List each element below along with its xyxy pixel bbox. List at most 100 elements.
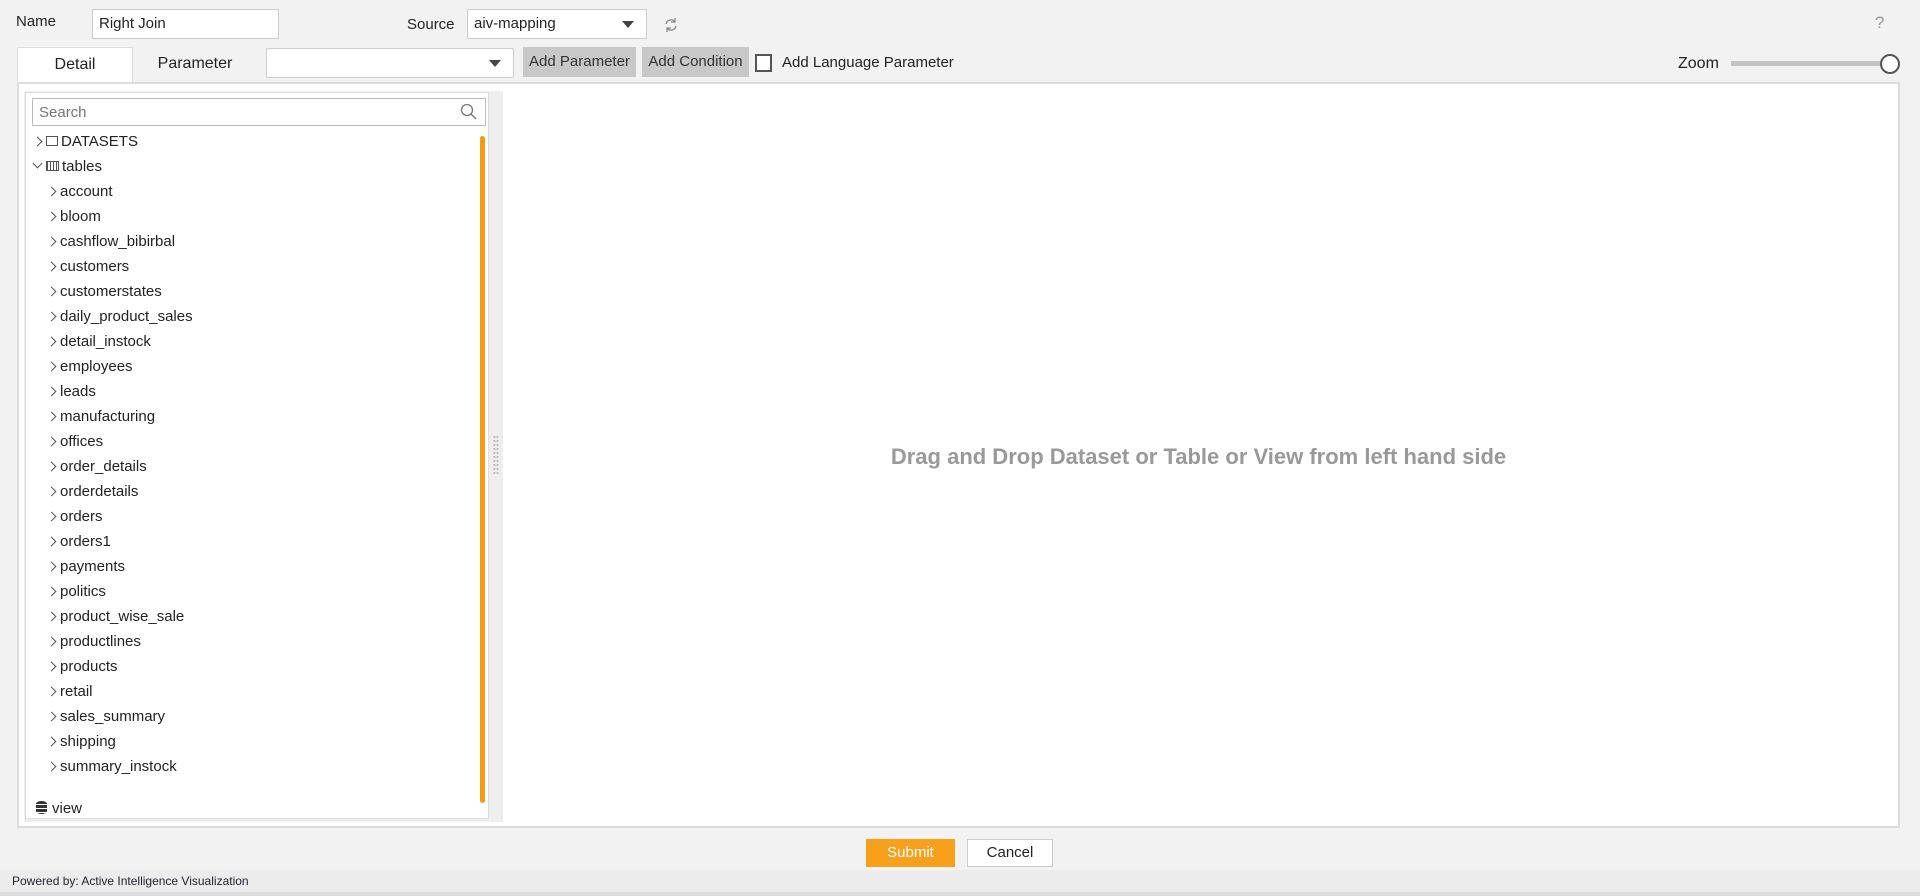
- tree-node-table[interactable]: retail: [46, 681, 93, 703]
- search-input[interactable]: [33, 99, 453, 125]
- chevron-right-icon: [46, 411, 57, 422]
- tree-label: productlines: [60, 633, 141, 650]
- chevron-right-icon: [46, 686, 57, 697]
- chevron-right-icon: [46, 611, 57, 622]
- tree-node-datasets[interactable]: DATASETS: [32, 131, 138, 153]
- chevron-right-icon: [46, 386, 57, 397]
- chevron-right-icon: [46, 536, 57, 547]
- chevron-right-icon: [46, 436, 57, 447]
- tree-label: orders1: [60, 533, 111, 550]
- add-condition-button[interactable]: Add Condition: [642, 47, 749, 77]
- tree-label: cashflow_bibirbal: [60, 233, 176, 250]
- refresh-icon[interactable]: [662, 16, 680, 34]
- chevron-right-icon: [46, 236, 57, 247]
- chevron-down-icon: [622, 21, 634, 28]
- tree-node-table[interactable]: orderdetails: [46, 481, 138, 503]
- tree-scrollbar[interactable]: [480, 136, 485, 803]
- folder-icon: [46, 136, 58, 146]
- tree-node-table[interactable]: offices: [46, 431, 104, 453]
- tree-node-table[interactable]: payments: [46, 556, 126, 578]
- chevron-right-icon: [46, 336, 57, 347]
- tree-label: shipping: [60, 733, 116, 750]
- tree-label: orders: [60, 508, 103, 525]
- tab-detail[interactable]: Detail: [17, 47, 133, 83]
- canvas-drop-area[interactable]: Drag and Drop Dataset or Table or View f…: [503, 92, 1894, 822]
- chevron-right-icon: [46, 286, 57, 297]
- resize-handle[interactable]: [493, 435, 499, 475]
- chevron-right-icon: [46, 561, 57, 572]
- search-icon[interactable]: [460, 103, 477, 120]
- name-input[interactable]: Right Join: [92, 9, 279, 39]
- tree-node-table[interactable]: customerstates: [46, 281, 162, 303]
- tree-node-table[interactable]: summary_instock: [46, 756, 177, 778]
- zoom-slider-handle[interactable]: [1880, 54, 1900, 74]
- database-icon: [36, 801, 47, 814]
- add-language-checkbox[interactable]: [755, 54, 772, 72]
- tree-node-table[interactable]: daily_product_sales: [46, 306, 193, 328]
- tree-label: daily_product_sales: [60, 308, 193, 325]
- tree-node-table[interactable]: employees: [46, 356, 133, 378]
- tree-node-tables[interactable]: tables: [32, 156, 102, 178]
- tree-node-table[interactable]: bloom: [46, 206, 101, 228]
- add-parameter-button[interactable]: Add Parameter: [523, 47, 636, 77]
- tree-label: order_details: [60, 458, 147, 475]
- chevron-down-icon: [489, 60, 501, 67]
- tree-label: sales_summary: [60, 708, 166, 725]
- tree: DATASETS tables account bloom cashflow_bib…: [32, 131, 474, 821]
- submit-button[interactable]: Submit: [866, 839, 955, 867]
- tree-label: politics: [60, 583, 106, 600]
- tree-node-table[interactable]: orders: [46, 506, 103, 528]
- tree-node-table[interactable]: customers: [46, 256, 130, 278]
- tree-node-table[interactable]: products: [46, 656, 118, 678]
- tree-node-table[interactable]: sales_summary: [46, 706, 166, 728]
- tree-label: detail_instock: [60, 333, 151, 350]
- tree-node-table[interactable]: manufacturing: [46, 406, 155, 428]
- chevron-right-icon: [46, 361, 57, 372]
- chevron-right-icon: [46, 511, 57, 522]
- tree-label: customerstates: [60, 283, 162, 300]
- tree-node-table[interactable]: shipping: [46, 731, 116, 753]
- tree-node-table[interactable]: orders1: [46, 531, 111, 553]
- tree-node-table[interactable]: cashflow_bibirbal: [46, 231, 176, 253]
- chevron-right-icon: [46, 636, 57, 647]
- chevron-right-icon: [46, 261, 57, 272]
- tree-node-table[interactable]: account: [46, 181, 113, 203]
- source-label: Source: [407, 16, 455, 33]
- tree-node-table[interactable]: product_wise_sale: [46, 606, 184, 628]
- cancel-button[interactable]: Cancel: [967, 839, 1053, 867]
- tree-label: employees: [60, 358, 133, 375]
- chevron-down-icon: [32, 158, 43, 169]
- tree-label: account: [60, 183, 113, 200]
- help-icon[interactable]: ?: [1875, 13, 1884, 33]
- search-box[interactable]: [32, 98, 486, 126]
- tree-node-table[interactable]: order_details: [46, 456, 147, 478]
- parameter-select[interactable]: [266, 48, 514, 78]
- tree-label: bloom: [60, 208, 101, 225]
- tree-label: payments: [60, 558, 126, 575]
- tree-label: view: [52, 800, 83, 817]
- source-select[interactable]: aiv-mapping: [467, 9, 647, 39]
- tree-label: offices: [60, 433, 104, 450]
- chevron-right-icon: [46, 711, 57, 722]
- canvas-hint: Drag and Drop Dataset or Table or View f…: [890, 444, 1507, 469]
- chevron-right-icon: [46, 186, 57, 197]
- tree-label: DATASETS: [61, 133, 138, 150]
- tree-label: summary_instock: [60, 758, 177, 775]
- tree-node-view[interactable]: view: [36, 798, 82, 820]
- zoom-slider-track[interactable]: [1731, 61, 1886, 66]
- tree-node-table[interactable]: leads: [46, 381, 96, 403]
- tree-node-table[interactable]: politics: [46, 581, 106, 603]
- zoom-label: Zoom: [1678, 55, 1719, 72]
- source-value: aiv-mapping: [474, 15, 556, 32]
- tree-node-table[interactable]: productlines: [46, 631, 141, 653]
- tab-parameter[interactable]: Parameter: [140, 47, 250, 83]
- tree-panel: DATASETS tables account bloom cashflow_bib…: [25, 92, 489, 819]
- chevron-right-icon: [46, 211, 57, 222]
- chevron-right-icon: [32, 136, 43, 147]
- table-icon: [46, 161, 59, 171]
- tree-label: customers: [60, 258, 130, 275]
- footer: Powered by: Active Intelligence Visualiz…: [0, 870, 1920, 892]
- chevron-right-icon: [46, 661, 57, 672]
- tree-node-table[interactable]: detail_instock: [46, 331, 151, 353]
- tree-label: retail: [60, 683, 93, 700]
